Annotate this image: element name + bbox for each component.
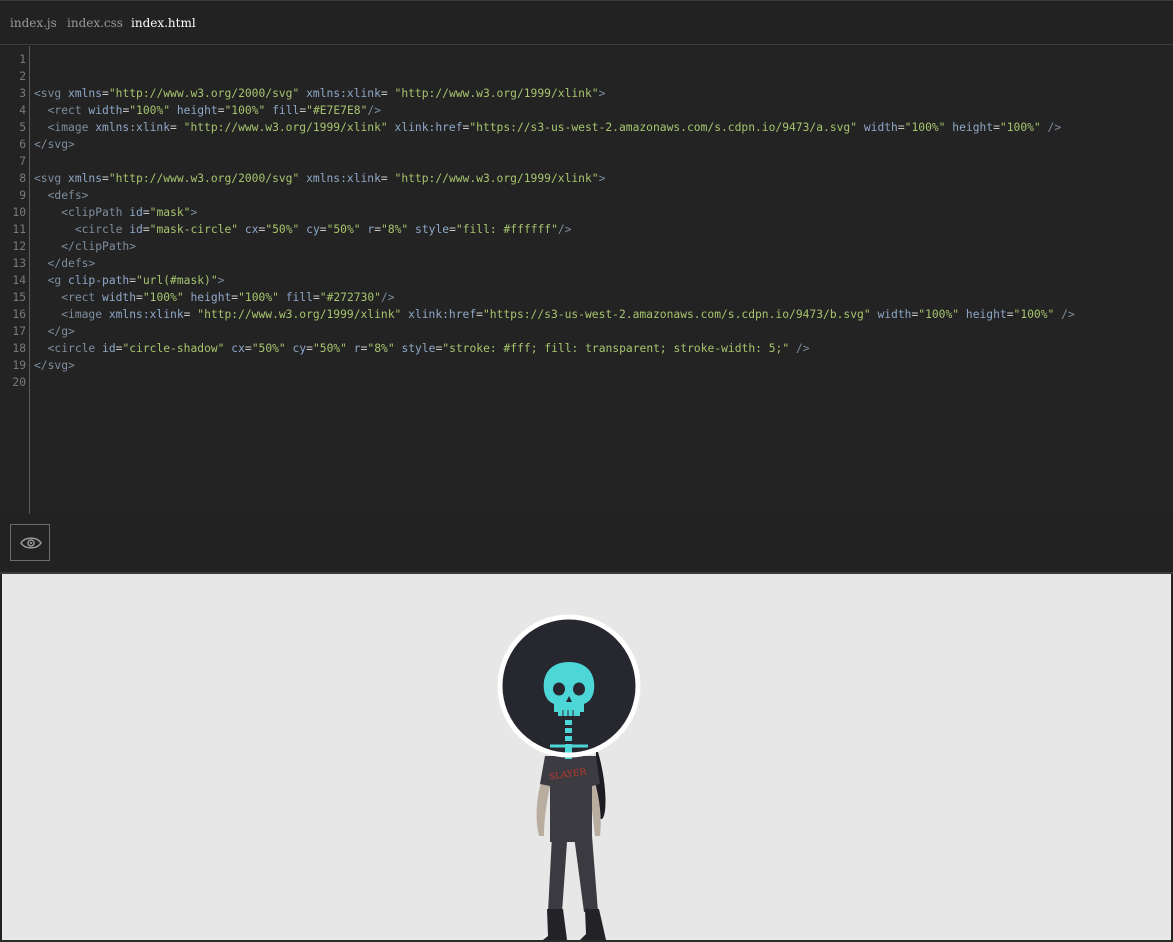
code-line[interactable]: 3 <svg xmlns="http://www.w3.org/2000/svg"…: [0, 85, 605, 102]
line-number: 17: [12, 325, 26, 338]
code-text: <clipPath id="mask">: [61, 206, 198, 219]
line-number: 3: [19, 87, 26, 100]
left-arm: [536, 779, 551, 836]
line-number: 10: [12, 206, 26, 219]
code-text: </svg>: [34, 138, 75, 151]
tab-index-css[interactable]: index.css: [67, 16, 123, 30]
preview-pane: SLAYER: [2, 574, 1171, 940]
preview-toggle-button[interactable]: [10, 524, 50, 561]
code-text: </svg>: [34, 359, 75, 372]
code-text: <rect width="100%" height="100%" fill="#…: [47, 104, 381, 117]
line-number: 9: [19, 189, 26, 202]
code-line[interactable]: 12 </clipPath>: [0, 238, 136, 255]
line-number: 14: [12, 274, 26, 287]
line-number: 18: [12, 342, 26, 355]
left-leg: [548, 836, 567, 912]
code-line[interactable]: 16 <image xmlns:xlink= "http://www.w3.or…: [0, 306, 1074, 323]
code-line[interactable]: 7: [0, 153, 26, 170]
code-line[interactable]: 15 <rect width="100%" height="100%" fill…: [0, 289, 394, 306]
code-line[interactable]: 5 <image xmlns:xlink= "http://www.w3.org…: [0, 119, 1061, 136]
code-text: </defs>: [47, 257, 96, 270]
code-line[interactable]: 18 <circle id="circle-shadow" cx="50%" c…: [0, 340, 809, 357]
code-line[interactable]: 20: [0, 374, 26, 391]
line-number: 11: [12, 223, 26, 236]
line-number: 19: [12, 359, 26, 372]
code-line[interactable]: 13 </defs>: [0, 255, 95, 272]
code-editor[interactable]: 1 2 3 <svg xmlns="http://www.w3.org/2000/sv…: [0, 46, 1173, 514]
code-text: <defs>: [47, 189, 89, 202]
tab-index-js[interactable]: index.js: [10, 16, 57, 30]
code-text: <image xmlns:xlink= "http://www.w3.org/1…: [47, 121, 1062, 134]
character-illustration: SLAYER: [497, 614, 641, 940]
line-number: 15: [12, 291, 26, 304]
eye-icon: [20, 537, 42, 549]
code-text: </clipPath>: [61, 240, 137, 253]
line-number: 1: [19, 53, 26, 66]
code-line[interactable]: 14 <g clip-path="url(#mask)">: [0, 272, 224, 289]
line-number: 6: [19, 138, 26, 151]
code-text: <svg xmlns="http://www.w3.org/2000/svg" …: [34, 172, 606, 185]
editor-tab-bar: index.js index.css index.html: [0, 0, 1173, 45]
code-line[interactable]: 6 </svg>: [0, 136, 75, 153]
line-number: 8: [19, 172, 26, 185]
code-text: </g>: [47, 325, 75, 338]
code-line[interactable]: 19 </svg>: [0, 357, 74, 374]
code-text: <g clip-path="url(#mask)">: [47, 274, 225, 287]
code-line[interactable]: 9 <defs>: [0, 187, 88, 204]
line-number: 13: [12, 257, 26, 270]
gutter-divider: [29, 46, 30, 514]
code-text: <circle id="mask-circle" cx="50%" cy="50…: [74, 223, 572, 236]
code-text: <image xmlns:xlink= "http://www.w3.org/1…: [61, 308, 1075, 321]
line-number: 7: [19, 155, 26, 168]
code-line[interactable]: 4 <rect width="100%" height="100%" fill=…: [0, 102, 381, 119]
line-number: 12: [12, 240, 26, 253]
code-line[interactable]: 1: [0, 51, 26, 68]
code-line[interactable]: 8 <svg xmlns="http://www.w3.org/2000/svg"…: [0, 170, 605, 187]
line-number: 4: [19, 104, 26, 117]
right-boot: [580, 909, 606, 940]
right-leg: [574, 836, 598, 912]
code-line[interactable]: 10 <clipPath id="mask">: [0, 204, 197, 221]
line-number: 2: [19, 70, 26, 83]
code-line[interactable]: 11 <circle id="mask-circle" cx="50%" cy=…: [0, 221, 571, 238]
code-text: <svg xmlns="http://www.w3.org/2000/svg" …: [34, 87, 606, 100]
line-number: 5: [19, 121, 26, 134]
line-number: 16: [12, 308, 26, 321]
code-line[interactable]: 17 </g>: [0, 323, 74, 340]
line-number: 20: [12, 376, 26, 389]
code-text: <rect width="100%" height="100%" fill="#…: [61, 291, 395, 304]
left-boot: [543, 909, 567, 940]
code-line[interactable]: 2: [0, 68, 26, 85]
tab-index-html[interactable]: index.html: [131, 16, 196, 30]
code-text: <circle id="circle-shadow" cx="50%" cy="…: [47, 342, 810, 355]
